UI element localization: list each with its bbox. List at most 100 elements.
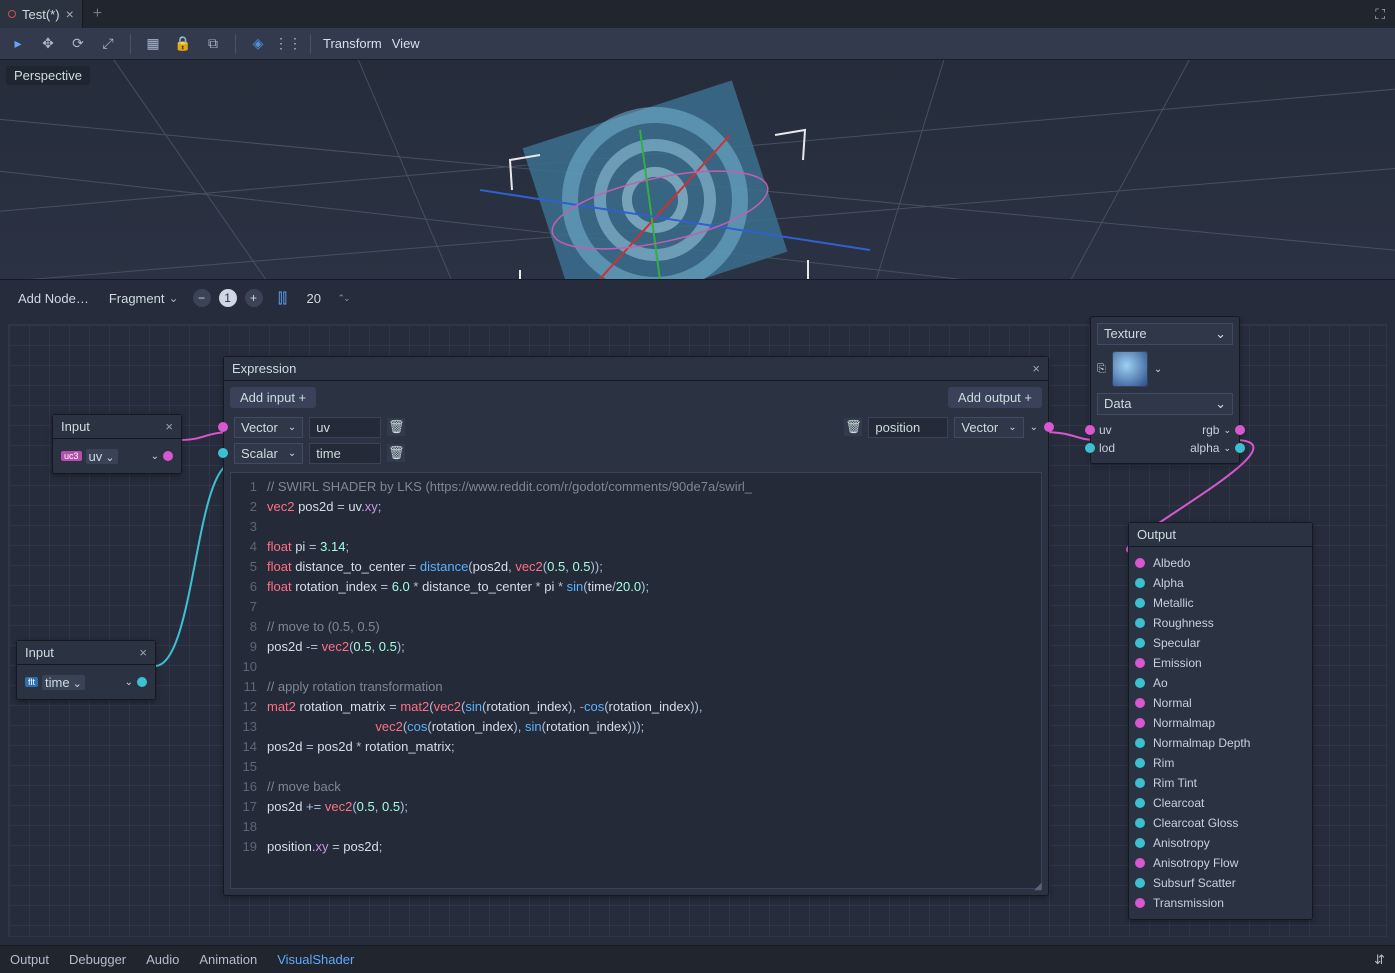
input-port[interactable]	[1135, 658, 1145, 668]
input-source-select[interactable]: uv ⌄	[86, 449, 118, 464]
output-port[interactable]	[137, 677, 147, 687]
move-tool-icon[interactable]: ✥	[38, 34, 58, 54]
add-input-button[interactable]: Add input +	[230, 387, 316, 408]
input-port[interactable]	[1135, 758, 1145, 768]
input-port[interactable]	[1135, 718, 1145, 728]
input-port[interactable]	[218, 422, 228, 432]
dock-tab-audio[interactable]: Audio	[146, 952, 179, 967]
input-port[interactable]	[1135, 678, 1145, 688]
node-header[interactable]: Input ×	[53, 415, 181, 439]
input-port[interactable]	[1135, 698, 1145, 708]
input-port[interactable]	[1135, 838, 1145, 848]
new-tab-button[interactable]: +	[83, 5, 112, 23]
scene-tab[interactable]: Test(*) ×	[0, 0, 83, 28]
chevron-down-icon[interactable]: ⌄	[1223, 443, 1231, 454]
dock-toggle-icon[interactable]: ⇵	[1374, 952, 1385, 968]
snap-config-icon[interactable]: ⋮⋮	[278, 34, 298, 54]
zoom-out-button[interactable]: −	[193, 289, 211, 307]
graph-canvas[interactable]: Input × uc3 uv ⌄ ⌄ Input ×	[0, 316, 1395, 945]
input-port[interactable]	[1135, 878, 1145, 888]
input-node-uv[interactable]: Input × uc3 uv ⌄ ⌄	[52, 414, 182, 474]
input-node-time[interactable]: Input × flt time ⌄ ⌄	[16, 640, 156, 700]
input-port[interactable]	[1135, 578, 1145, 588]
input-port[interactable]	[1135, 618, 1145, 628]
scale-tool-icon[interactable]: ⤢	[98, 34, 118, 54]
close-icon[interactable]: ×	[165, 419, 173, 434]
input-port[interactable]	[1135, 898, 1145, 908]
texture-type-select[interactable]: Texture	[1097, 323, 1233, 345]
chevron-down-icon[interactable]: ⌄	[125, 677, 133, 688]
output-port[interactable]	[1235, 425, 1245, 435]
expand-icon[interactable]: ⛶	[1365, 6, 1395, 23]
output-name-field[interactable]	[868, 417, 948, 438]
zoom-reset-button[interactable]: 1	[219, 289, 237, 307]
input-port[interactable]	[1085, 425, 1095, 435]
zoom-value-field[interactable]: 20	[303, 291, 353, 306]
dock-tab-visualshader[interactable]: VisualShader	[277, 952, 354, 967]
viewport-3d[interactable]: Perspective	[0, 60, 1395, 280]
output-slot-label: Specular	[1153, 636, 1200, 650]
node-header[interactable]: Expression ×	[224, 357, 1048, 381]
rotate-tool-icon[interactable]: ⟳	[68, 34, 88, 54]
output-port[interactable]	[1044, 422, 1054, 432]
shader-mode-select[interactable]: Fragment	[105, 289, 183, 308]
output-port[interactable]	[1235, 443, 1245, 453]
output-slot-label: Transmission	[1153, 896, 1224, 910]
output-slot-label: Normalmap	[1153, 716, 1215, 730]
close-icon[interactable]: ×	[66, 6, 74, 22]
input-port[interactable]	[1135, 738, 1145, 748]
input-name-field[interactable]	[309, 417, 381, 438]
select-tool-icon[interactable]: ▸	[8, 34, 28, 54]
output-slot-label: Anisotropy Flow	[1153, 856, 1238, 870]
expression-node[interactable]: Expression × Add input + Add output + Ve…	[223, 356, 1049, 896]
dock-tab-output[interactable]: Output	[10, 952, 49, 967]
input-name-field[interactable]	[309, 443, 381, 464]
input-port[interactable]	[1085, 443, 1095, 453]
output-type-select[interactable]: Vector	[954, 417, 1023, 438]
lock-icon[interactable]: 🔒	[173, 34, 193, 54]
output-slot-label: Rim	[1153, 756, 1174, 770]
dock-tab-animation[interactable]: Animation	[199, 952, 257, 967]
input-port[interactable]	[1135, 798, 1145, 808]
view-menu[interactable]: View	[392, 36, 420, 51]
chevron-down-icon[interactable]: ⌄	[1223, 425, 1231, 436]
chevron-down-icon[interactable]: ⌄	[1154, 364, 1162, 375]
chevron-down-icon[interactable]: ⌄	[151, 451, 159, 462]
input-port[interactable]	[1135, 818, 1145, 828]
delete-icon[interactable]: 🗑	[387, 444, 405, 462]
snap-cube-icon[interactable]: ◈	[248, 34, 268, 54]
input-port[interactable]	[1135, 638, 1145, 648]
input-port[interactable]	[1135, 558, 1145, 568]
input-type-select[interactable]: Scalar	[234, 443, 303, 464]
node-header[interactable]: Output	[1129, 523, 1312, 547]
local-space-icon[interactable]: ▦	[143, 34, 163, 54]
viewport-toolbar: ▸ ✥ ⟳ ⤢ ▦ 🔒 ⧉ ◈ ⋮⋮ Transform View	[0, 28, 1395, 60]
group-icon[interactable]: ⧉	[203, 34, 223, 54]
node-header[interactable]: Input ×	[17, 641, 155, 665]
texture-data-select[interactable]: Data	[1097, 393, 1233, 415]
input-type-select[interactable]: Vector	[234, 417, 303, 438]
close-icon[interactable]: ×	[139, 645, 147, 660]
chevron-down-icon[interactable]: ⌄	[1030, 422, 1038, 433]
texture-node[interactable]: Texture ⎘ ⌄ Data uv rgb⌄lod alpha⌄	[1090, 316, 1240, 464]
input-port[interactable]	[1135, 858, 1145, 868]
add-node-button[interactable]: Add Node…	[12, 288, 95, 309]
add-output-button[interactable]: Add output +	[948, 387, 1042, 408]
reset-icon[interactable]: ⎘	[1097, 363, 1106, 376]
zoom-in-button[interactable]: +	[245, 289, 263, 307]
dock-tab-debugger[interactable]: Debugger	[69, 952, 126, 967]
delete-icon[interactable]: 🗑	[387, 418, 405, 436]
texture-thumbnail[interactable]	[1112, 351, 1148, 387]
delete-icon[interactable]: 🗑	[844, 418, 862, 436]
input-source-select[interactable]: time ⌄	[42, 675, 85, 690]
input-port[interactable]	[1135, 778, 1145, 788]
transform-menu[interactable]: Transform	[323, 36, 382, 51]
code-editor[interactable]: 1// SWIRL SHADER by LKS (https://www.red…	[230, 472, 1042, 889]
output-node[interactable]: Output AlbedoAlphaMetallicRoughnessSpecu…	[1128, 522, 1313, 920]
input-port[interactable]	[218, 448, 228, 458]
resize-handle-icon[interactable]: ◢	[1034, 881, 1046, 893]
output-port[interactable]	[163, 451, 173, 461]
grid-snap-icon[interactable]: ⫿⫿	[273, 288, 293, 308]
input-port[interactable]	[1135, 598, 1145, 608]
close-icon[interactable]: ×	[1032, 361, 1040, 376]
